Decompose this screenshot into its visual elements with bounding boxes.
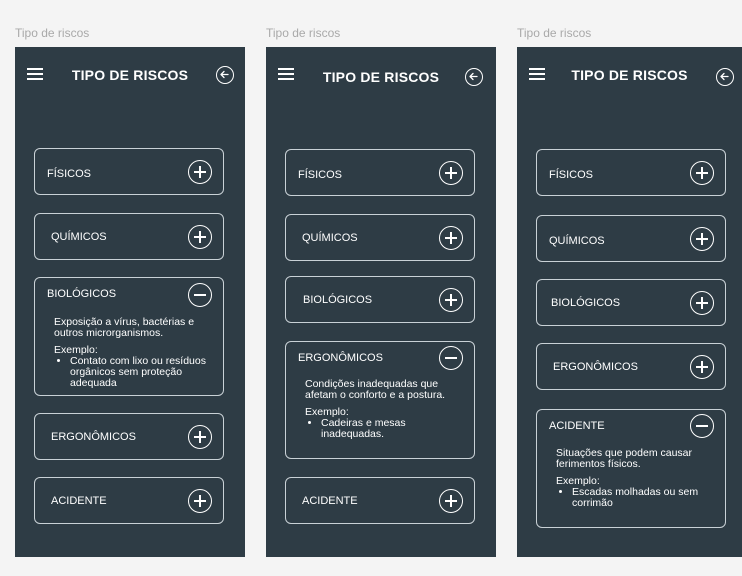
risk-description: Exposição a vírus, bactérias e outros mi… bbox=[54, 316, 195, 339]
accordion-item-fisicos[interactable]: FÍSICOS bbox=[34, 148, 224, 195]
accordion-label: FÍSICOS bbox=[47, 168, 92, 180]
plus-circle-icon[interactable] bbox=[439, 226, 463, 250]
accordion-item-ergonomicos[interactable]: ERGONÔMICOS bbox=[34, 413, 224, 460]
minus-circle-icon[interactable] bbox=[188, 283, 212, 307]
plus-circle-icon[interactable] bbox=[439, 288, 463, 312]
accordion-item-biologicos[interactable]: BIOLÓGICOS bbox=[536, 279, 726, 326]
accordion-item-ergonomicos[interactable]: ERGONÔMICOS Condições inadequadas que af… bbox=[285, 341, 475, 459]
accordion-item-acidente[interactable]: ACIDENTE bbox=[285, 477, 475, 524]
plus-circle-icon[interactable] bbox=[690, 355, 714, 379]
page-title: TIPO DE RISCOS bbox=[571, 67, 688, 83]
example-item: Escadas molhadas ou sem corrimão bbox=[572, 487, 721, 509]
accordion-item-fisicos[interactable]: FÍSICOS bbox=[285, 149, 475, 196]
accordion-label: FÍSICOS bbox=[549, 169, 594, 181]
phone-screen-acidente: TIPO DE RISCOS FÍSICOS QUÍMICOS BIOLÓGIC… bbox=[517, 47, 742, 557]
plus-circle-icon[interactable] bbox=[690, 227, 714, 251]
plus-circle-icon[interactable] bbox=[188, 225, 212, 249]
accordion-item-quimicos[interactable]: QUÍMICOS bbox=[34, 213, 224, 260]
accordion-item-biologicos[interactable]: BIOLÓGICOS bbox=[285, 276, 475, 323]
frame-label: Tipo de riscos bbox=[15, 26, 90, 40]
back-arrow-icon[interactable] bbox=[716, 68, 734, 86]
risk-description: Situações que podem causar ferimentos fí… bbox=[556, 447, 693, 470]
plus-circle-icon[interactable] bbox=[188, 160, 212, 184]
accordion-label: QUÍMICOS bbox=[302, 232, 358, 244]
phone-screen-ergonomicos: TIPO DE RISCOS FÍSICOS QUÍMICOS BIOLÓGIC… bbox=[266, 47, 496, 557]
accordion-content: Exposição a vírus, bactérias e outros mi… bbox=[54, 317, 219, 389]
accordion-label: ACIDENTE bbox=[549, 420, 605, 432]
accordion-label: ERGONÔMICOS bbox=[51, 431, 136, 443]
minus-circle-icon[interactable] bbox=[439, 346, 463, 370]
accordion-label: QUÍMICOS bbox=[51, 231, 107, 243]
minus-circle-icon[interactable] bbox=[690, 414, 714, 438]
accordion-label: ACIDENTE bbox=[51, 495, 107, 507]
phone-screen-biologicos: TIPO DE RISCOS FÍSICOS QUÍMICOS BIOLÓGIC… bbox=[15, 47, 245, 557]
back-arrow-icon[interactable] bbox=[216, 66, 234, 84]
plus-circle-icon[interactable] bbox=[188, 425, 212, 449]
back-arrow-icon[interactable] bbox=[465, 68, 483, 86]
accordion-item-biologicos[interactable]: BIOLÓGICOS Exposição a vírus, bactérias … bbox=[34, 277, 224, 396]
plus-circle-icon[interactable] bbox=[439, 161, 463, 185]
accordion-label: ERGONÔMICOS bbox=[553, 361, 638, 373]
plus-circle-icon[interactable] bbox=[439, 489, 463, 513]
accordion-item-acidente[interactable]: ACIDENTE Situações que podem causar feri… bbox=[536, 409, 726, 528]
accordion-label: BIOLÓGICOS bbox=[303, 294, 373, 306]
accordion-label: BIOLÓGICOS bbox=[551, 297, 621, 309]
example-item: Cadeiras e mesas inadequadas. bbox=[321, 418, 470, 440]
accordion-label: QUÍMICOS bbox=[549, 235, 605, 247]
accordion-label: ACIDENTE bbox=[302, 495, 358, 507]
accordion-content: Condições inadequadas que afetam o confo… bbox=[305, 379, 470, 440]
plus-circle-icon[interactable] bbox=[188, 489, 212, 513]
accordion-item-quimicos[interactable]: QUÍMICOS bbox=[536, 215, 726, 262]
frame-label: Tipo de riscos bbox=[266, 26, 341, 40]
page-title: TIPO DE RISCOS bbox=[71, 67, 189, 83]
accordion-label: ERGONÔMICOS bbox=[298, 352, 383, 364]
accordion-item-fisicos[interactable]: FÍSICOS bbox=[536, 149, 726, 196]
accordion-content: Situações que podem causar ferimentos fí… bbox=[556, 448, 721, 509]
plus-circle-icon[interactable] bbox=[690, 291, 714, 315]
accordion-item-acidente[interactable]: ACIDENTE bbox=[34, 477, 224, 524]
accordion-item-quimicos[interactable]: QUÍMICOS bbox=[285, 214, 475, 261]
page-title: TIPO DE RISCOS bbox=[322, 69, 440, 85]
example-item: Contato com lixo ou resíduos orgânicos s… bbox=[70, 356, 219, 389]
risk-description: Condições inadequadas que afetam o confo… bbox=[305, 378, 446, 401]
accordion-item-ergonomicos[interactable]: ERGONÔMICOS bbox=[536, 343, 726, 390]
plus-circle-icon[interactable] bbox=[690, 161, 714, 185]
accordion-label: BIOLÓGICOS bbox=[47, 288, 117, 300]
frame-label: Tipo de riscos bbox=[517, 26, 592, 40]
accordion-label: FÍSICOS bbox=[298, 169, 343, 181]
